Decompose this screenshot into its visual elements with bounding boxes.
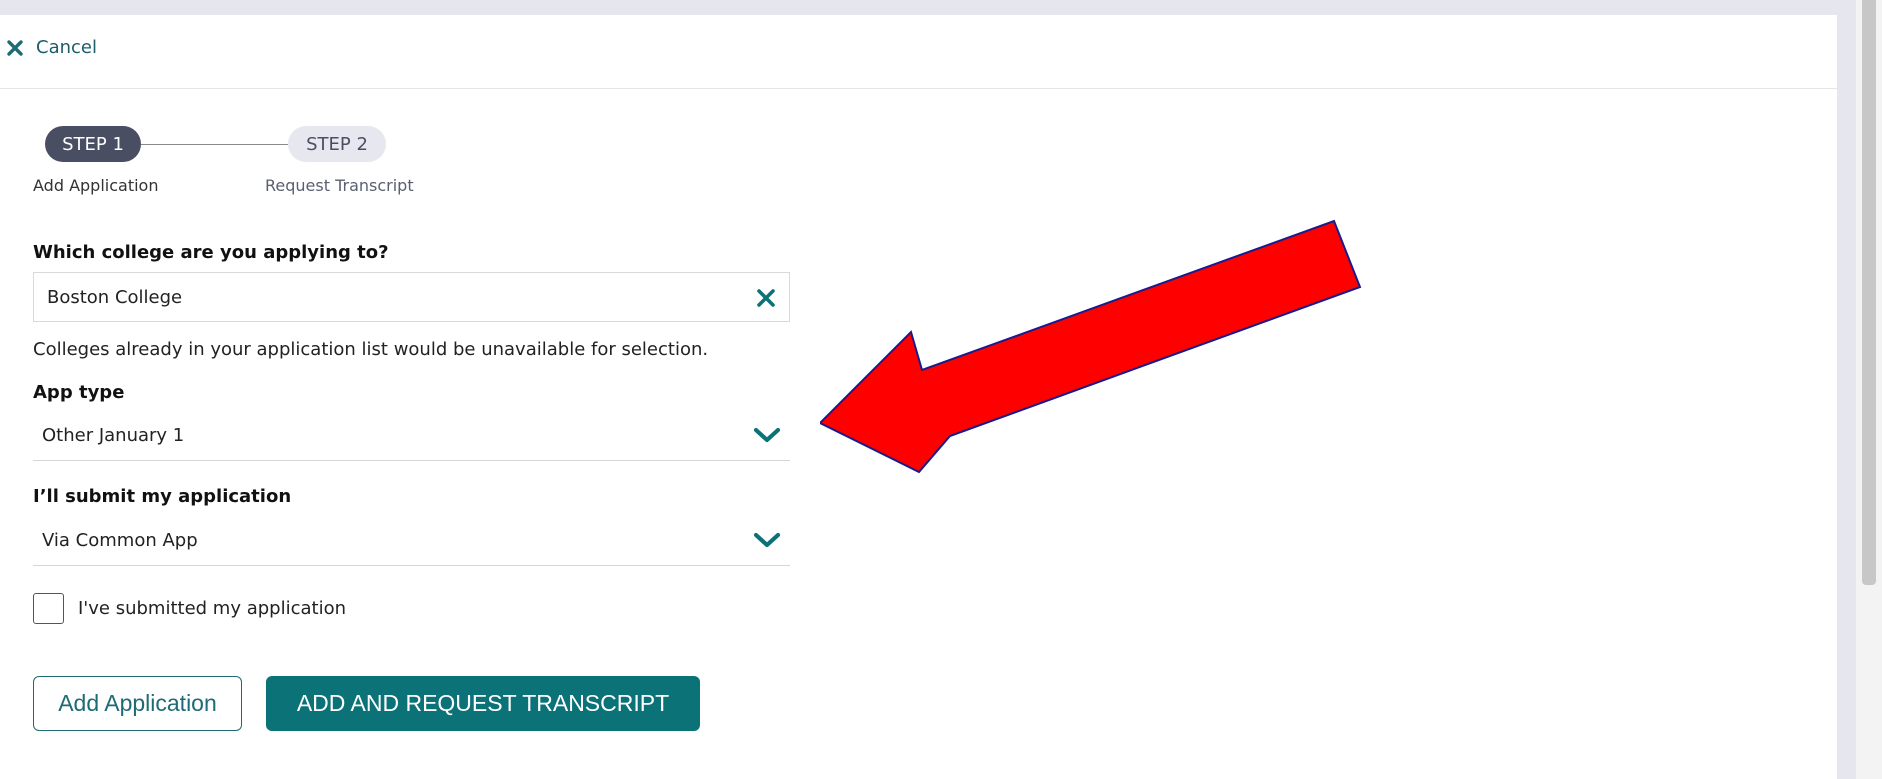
app-type-value: Other January 1 (42, 425, 185, 446)
annotation-arrow (820, 219, 1362, 474)
close-icon (7, 39, 23, 56)
stepper-connector (141, 144, 288, 145)
cancel-button[interactable]: Cancel (6, 37, 97, 58)
step-2-pill: STEP 2 (288, 126, 386, 162)
chevron-down-icon (753, 532, 781, 548)
add-application-button[interactable]: Add Application (33, 676, 242, 731)
college-input-value: Boston College (47, 286, 183, 308)
scrollbar-thumb[interactable] (1862, 0, 1876, 585)
dialog-header (0, 15, 1837, 89)
college-helper-text: Colleges already in your application lis… (33, 339, 709, 360)
step-1-pill: STEP 1 (45, 126, 141, 162)
submitted-checkbox-row[interactable]: I've submitted my application (33, 593, 346, 624)
submit-via-select[interactable]: Via Common App (33, 520, 790, 566)
cancel-label: Cancel (36, 37, 97, 58)
college-question-label: Which college are you applying to? (33, 242, 389, 263)
clear-icon[interactable] (755, 287, 777, 309)
submit-via-value: Via Common App (42, 530, 198, 551)
chevron-down-icon (753, 427, 781, 443)
submitted-checkbox[interactable] (33, 593, 64, 624)
app-type-label: App type (33, 382, 125, 403)
submit-via-label: I’ll submit my application (33, 486, 292, 507)
college-input[interactable]: Boston College (33, 272, 790, 322)
app-type-select[interactable]: Other January 1 (33, 415, 790, 461)
step-1-label: Add Application (33, 176, 159, 195)
step-2-label: Request Transcript (265, 176, 414, 195)
add-and-request-transcript-button[interactable]: ADD AND REQUEST TRANSCRIPT (266, 676, 700, 731)
submitted-checkbox-label[interactable]: I've submitted my application (78, 598, 346, 619)
